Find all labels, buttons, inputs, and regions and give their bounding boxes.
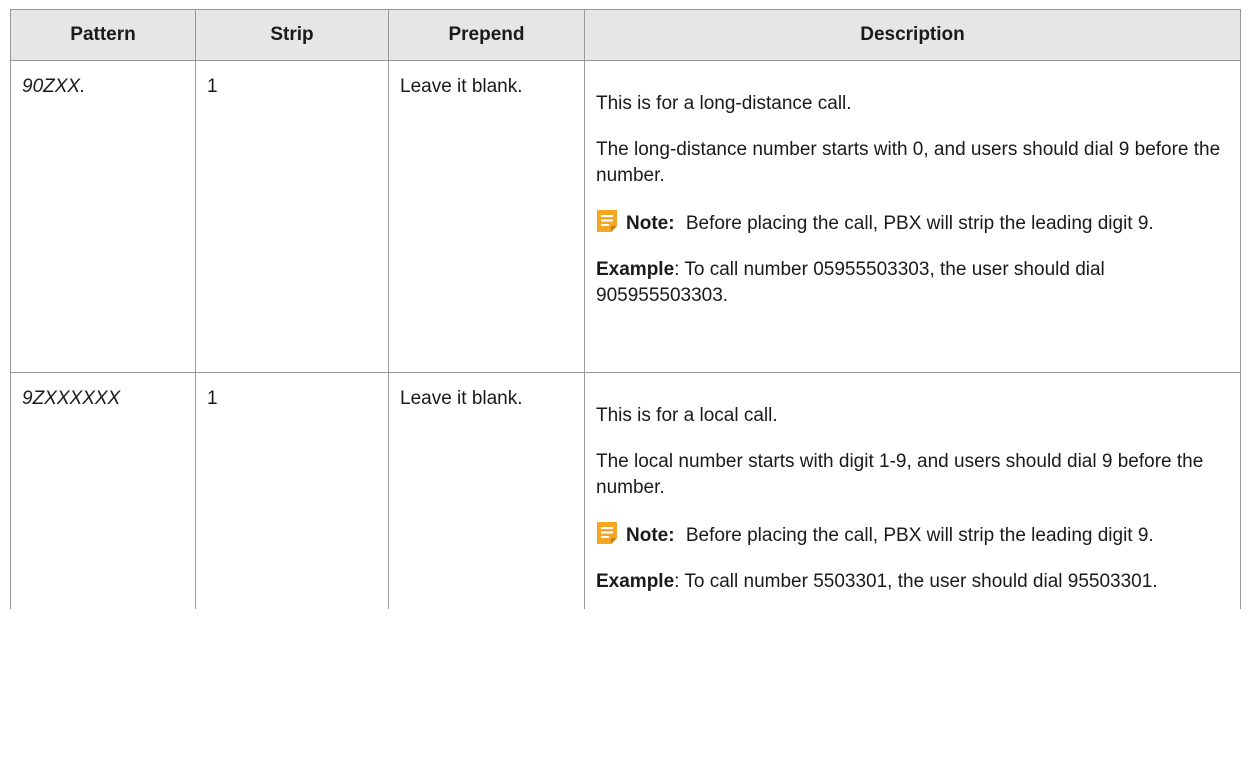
note-text: Before placing the call, PBX will strip … [685, 525, 1154, 546]
example-paragraph: Example: To call number 05955503303, the… [596, 257, 1229, 309]
description-detail: The long-distance number starts with 0, … [596, 139, 1221, 186]
table-row: 9ZXXXXXX 1 Leave it blank. This is for a… [10, 372, 1241, 609]
example-text: : To call number 5503301, the user shoul… [674, 571, 1158, 592]
strip-cell: 1 [195, 60, 389, 373]
table-header-row: Pattern Strip Prepend Description [10, 9, 1241, 61]
description-intro: This is for a long-distance call. [596, 93, 852, 114]
pattern-cell: 9ZXXXXXX [10, 372, 196, 609]
dial-pattern-table: Pattern Strip Prepend Description 90ZXX.… [10, 9, 1241, 609]
description-cell: This is for a local call. The local numb… [584, 372, 1241, 609]
note-icon [597, 522, 617, 544]
note-label: Note: [626, 525, 675, 546]
description-intro: This is for a local call. [596, 405, 778, 426]
column-header-description: Description [584, 9, 1241, 61]
prepend-cell: Leave it blank. [388, 372, 585, 609]
column-header-prepend: Prepend [388, 9, 585, 61]
description-detail: The local number starts with digit 1-9, … [596, 451, 1204, 498]
pattern-cell: 90ZXX. [10, 60, 196, 373]
note-label: Note: [626, 213, 675, 234]
example-label: Example [596, 259, 675, 280]
column-header-strip: Strip [195, 9, 389, 61]
note-paragraph: Note: Before placing the call, PBX will … [596, 209, 1229, 237]
example-label: Example [596, 571, 675, 592]
prepend-cell: Leave it blank. [388, 60, 585, 373]
example-paragraph: Example: To call number 5503301, the use… [596, 569, 1229, 595]
column-header-pattern: Pattern [10, 9, 196, 61]
table-row: 90ZXX. 1 Leave it blank. This is for a l… [10, 60, 1241, 373]
note-icon [597, 210, 617, 232]
note-paragraph: Note: Before placing the call, PBX will … [596, 521, 1229, 549]
strip-cell: 1 [195, 372, 389, 609]
description-cell: This is for a long-distance call. The lo… [584, 60, 1241, 373]
note-text: Before placing the call, PBX will strip … [685, 213, 1154, 234]
